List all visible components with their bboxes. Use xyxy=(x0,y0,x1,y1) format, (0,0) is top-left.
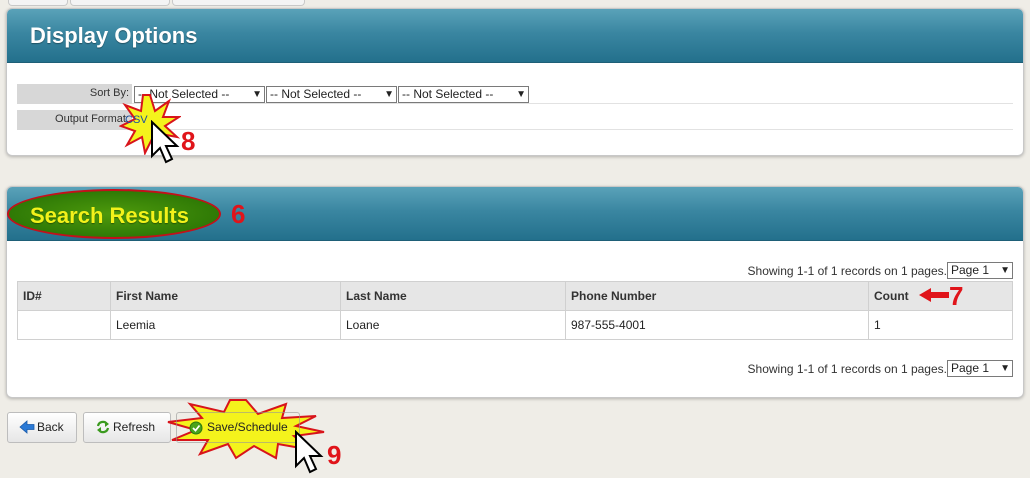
top-tab-1[interactable] xyxy=(8,0,68,6)
sort-select-3-value: -- Not Selected -- xyxy=(402,87,494,101)
cell-id xyxy=(17,310,111,340)
top-tab-3[interactable] xyxy=(172,0,305,6)
column-header-last-name[interactable]: Last Name xyxy=(340,281,566,311)
column-header-first-name[interactable]: First Name xyxy=(110,281,341,311)
chevron-down-icon: ▼ xyxy=(1000,265,1010,276)
step-6-marker: 6 xyxy=(231,199,246,229)
sort-by-label: Sort By: xyxy=(17,84,132,104)
save-schedule-button-label: Save/Schedule xyxy=(207,420,288,434)
search-results-panel: Search Results Showing 1-1 of 1 records … xyxy=(6,186,1024,398)
sort-select-3[interactable]: -- Not Selected -- ▼ xyxy=(398,86,529,103)
search-results-header: Search Results xyxy=(7,187,1023,241)
refresh-button[interactable]: Refresh xyxy=(83,412,171,443)
step-8-marker: 8 xyxy=(181,126,196,156)
back-button[interactable]: Back xyxy=(7,412,77,443)
chevron-down-icon: ▼ xyxy=(516,89,526,100)
cell-last-name: Loane xyxy=(340,310,566,340)
output-format-csv-link[interactable]: CSV xyxy=(125,114,148,126)
page-select-bottom[interactable]: Page 1 ▼ xyxy=(947,360,1013,377)
check-circle-icon xyxy=(189,421,203,435)
top-tab-2[interactable] xyxy=(70,0,170,6)
page-select-bottom-value: Page 1 xyxy=(951,361,990,375)
step-9-marker: 9 xyxy=(327,440,342,470)
cell-first-name: Leemia xyxy=(110,310,341,340)
save-schedule-button[interactable]: Save/Schedule xyxy=(176,412,300,443)
display-options-header: Display Options xyxy=(7,9,1023,63)
sort-select-2-value: -- Not Selected -- xyxy=(270,87,362,101)
display-options-title: Display Options xyxy=(30,23,198,48)
step-7-marker: 7 xyxy=(949,281,964,311)
column-header-id[interactable]: ID# xyxy=(17,281,111,311)
page-select-top-value: Page 1 xyxy=(951,263,990,277)
mouse-cursor-icon xyxy=(295,430,324,474)
page-select-top[interactable]: Page 1 ▼ xyxy=(947,262,1013,279)
refresh-button-label: Refresh xyxy=(113,420,156,434)
chevron-down-icon: ▼ xyxy=(384,89,394,100)
table-header-row: ID# First Name Last Name Phone Number Co… xyxy=(17,281,1013,311)
chevron-down-icon: ▼ xyxy=(252,89,262,100)
arrow-left-icon xyxy=(19,420,35,434)
arrow-left-icon xyxy=(919,288,949,302)
search-results-title: Search Results xyxy=(30,203,189,228)
output-format-label: Output Format: xyxy=(17,110,132,130)
column-header-phone-number[interactable]: Phone Number xyxy=(565,281,869,311)
back-button-label: Back xyxy=(37,420,64,434)
table-row[interactable]: Leemia Loane 987-555-4001 1 xyxy=(17,310,1013,340)
results-table: ID# First Name Last Name Phone Number Co… xyxy=(17,281,1013,340)
chevron-down-icon: ▼ xyxy=(1000,363,1010,374)
refresh-icon xyxy=(96,420,110,434)
pagination-summary-top: Showing 1-1 of 1 records on 1 pages. xyxy=(747,264,947,278)
cell-phone-number: 987-555-4001 xyxy=(565,310,869,340)
sort-select-2[interactable]: -- Not Selected -- ▼ xyxy=(266,86,397,103)
mouse-cursor-icon xyxy=(151,120,180,164)
cell-count: 1 xyxy=(868,310,1013,340)
pagination-summary-bottom: Showing 1-1 of 1 records on 1 pages. xyxy=(747,362,947,376)
